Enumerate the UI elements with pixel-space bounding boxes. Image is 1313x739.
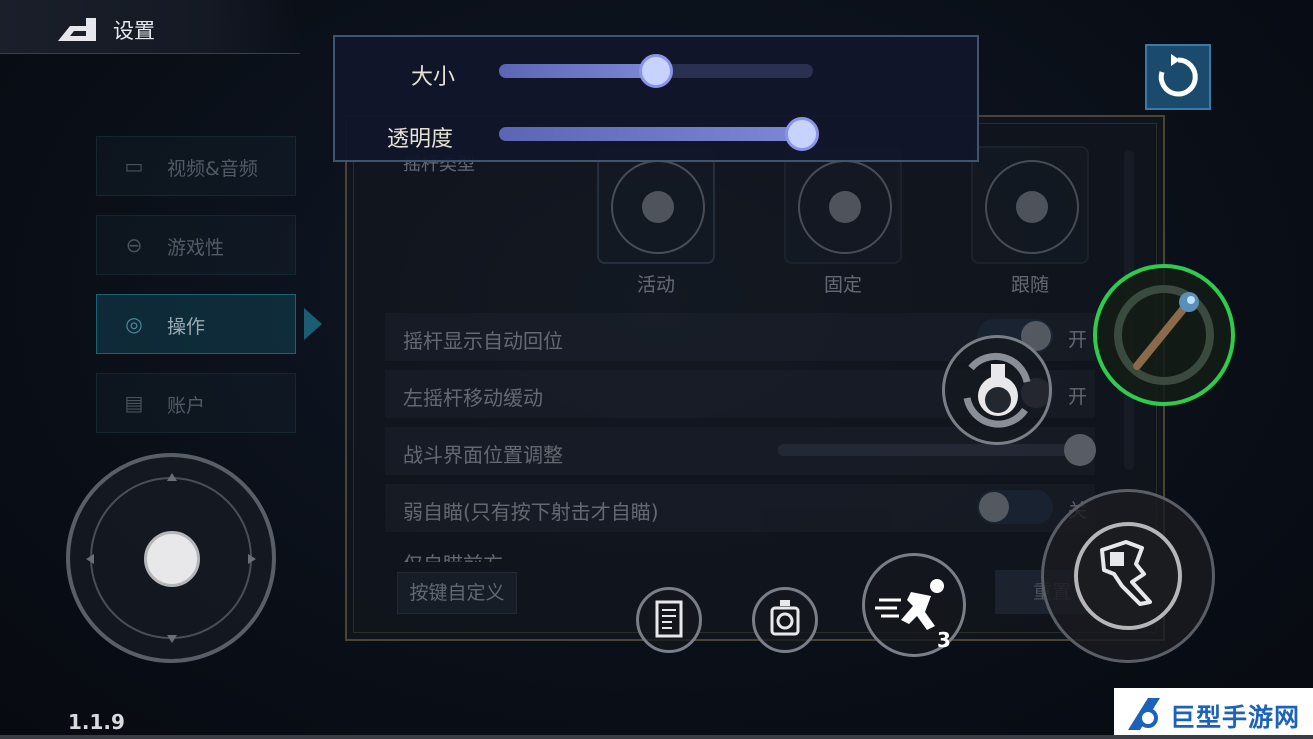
watermark-logo-icon xyxy=(1128,698,1160,730)
active-menu-arrow xyxy=(304,308,322,340)
hud-position-slider[interactable] xyxy=(778,434,1096,466)
joystick-type-caption: 跟随 xyxy=(1010,274,1049,296)
row-label: 战斗界面位置调整 xyxy=(403,443,563,467)
menu-item-label: 视频&音频 xyxy=(167,158,258,180)
joystick-type-fixed[interactable] xyxy=(784,146,902,264)
opacity-slider[interactable] xyxy=(499,117,819,151)
menu-item-label: 账户 xyxy=(167,395,206,417)
version-label: 1.1.9 xyxy=(68,710,125,734)
dash-button[interactable]: 3 xyxy=(862,553,966,657)
crosshair-icon: ◎ xyxy=(125,312,143,336)
settings-header: 设置 xyxy=(0,0,300,54)
back-icon[interactable] xyxy=(56,14,102,42)
dash-charge-count: 3 xyxy=(937,628,951,652)
attack-button[interactable] xyxy=(1041,489,1215,663)
bottom-strip xyxy=(0,735,1313,739)
row-label: 弱自瞄(只有按下射击才自瞄) xyxy=(403,500,659,524)
menu-item-video-audio[interactable]: ▭ 视频&音频 xyxy=(96,136,296,196)
menu-item-controls[interactable]: ◎ 操作 xyxy=(96,294,296,354)
watermark-text: 巨型手游网 xyxy=(1170,703,1301,732)
customize-keys-button[interactable]: 按键自定义 xyxy=(397,572,517,614)
row-label: 摇杆显示自动回位 xyxy=(403,329,563,353)
joystick-type-caption: 活动 xyxy=(636,274,675,296)
joystick-type-active[interactable] xyxy=(597,146,715,264)
notes-icon xyxy=(655,600,683,638)
monitor-icon: ▭ xyxy=(124,154,144,178)
weapon-switch-button[interactable] xyxy=(1093,264,1235,406)
menu-item-label: 操作 xyxy=(167,316,206,338)
toggle-state: 开 xyxy=(1068,329,1088,351)
size-slider[interactable] xyxy=(499,54,813,88)
camera-icon xyxy=(770,600,800,636)
document-icon: ▤ xyxy=(124,391,144,415)
virtual-joystick[interactable] xyxy=(66,453,276,663)
menu-item-label: 游戏性 xyxy=(167,237,225,259)
cracked-stone-icon xyxy=(1074,522,1182,630)
gamepad-icon: ⊖ xyxy=(125,233,143,257)
potion-swap-button[interactable] xyxy=(942,335,1052,445)
row-label: 左摇杆移动缓动 xyxy=(403,386,543,410)
notes-button[interactable] xyxy=(636,587,702,653)
size-label: 大小 xyxy=(411,65,456,90)
joystick-type-caption: 固定 xyxy=(823,274,862,296)
joystick-knob[interactable] xyxy=(144,531,200,587)
hud-adjust-popup: 大小 透明度 xyxy=(333,35,979,162)
weak-aim-toggle[interactable] xyxy=(977,490,1053,524)
camera-button[interactable] xyxy=(752,587,818,653)
refresh-icon xyxy=(1158,54,1198,97)
size-slider-knob[interactable] xyxy=(639,54,673,88)
joystick-type-follow[interactable] xyxy=(971,146,1089,264)
menu-item-account[interactable]: ▤ 账户 xyxy=(96,373,296,433)
watermark: 巨型手游网 xyxy=(1114,688,1313,739)
staff-icon xyxy=(1114,285,1214,385)
page-title: 设置 xyxy=(113,19,155,43)
opacity-slider-knob[interactable] xyxy=(785,117,819,151)
row-label: 仅自瞄前方 xyxy=(403,548,503,562)
opacity-label: 透明度 xyxy=(387,127,454,152)
reset-layout-button[interactable] xyxy=(1145,44,1211,110)
potion-icon xyxy=(963,352,1031,428)
toggle-state: 开 xyxy=(1068,386,1088,408)
menu-item-gameplay[interactable]: ⊖ 游戏性 xyxy=(96,215,296,275)
